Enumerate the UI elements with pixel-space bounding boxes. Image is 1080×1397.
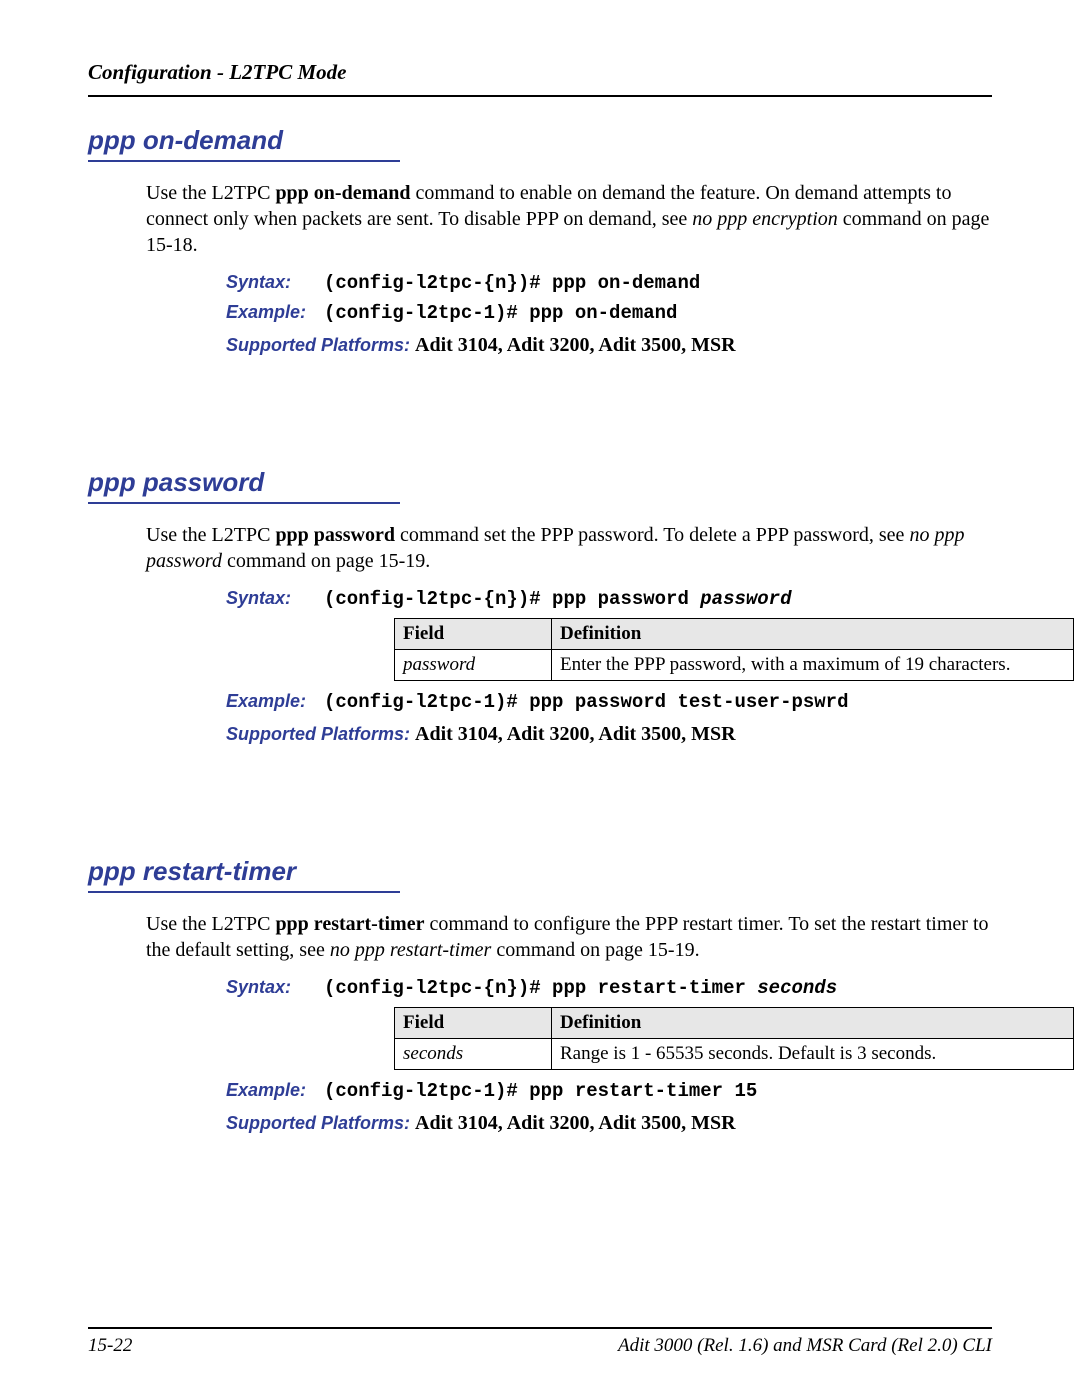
- table-header: Field: [395, 1008, 552, 1039]
- text-segment: Use the L2TPC: [146, 524, 275, 546]
- section-details: Syntax:(config-l2tpc-{n})# ppp on-demand…: [226, 272, 992, 357]
- field-definition-table: FieldDefinitionsecondsRange is 1 - 65535…: [394, 1007, 1074, 1070]
- syntax-line-code: (config-l2tpc-{n})# ppp on-demand: [324, 272, 700, 294]
- example-line: Example:(config-l2tpc-1)# ppp on-demand: [226, 302, 992, 324]
- supported-platforms: Supported Platforms: Adit 3104, Adit 320…: [226, 334, 992, 357]
- text-segment: (config-l2tpc-1)# ppp on-demand: [324, 302, 677, 324]
- section-title: ppp password: [88, 467, 264, 498]
- text-segment: Use the L2TPC: [146, 913, 275, 935]
- example-line-code: (config-l2tpc-1)# ppp on-demand: [324, 302, 677, 324]
- field-table-wrap: FieldDefinitionpasswordEnter the PPP pas…: [394, 618, 992, 681]
- syntax-line-code: (config-l2tpc-{n})# ppp restart-timer se…: [324, 977, 837, 999]
- section-details: Syntax:(config-l2tpc-{n})# ppp restart-t…: [226, 977, 992, 1135]
- table-row: secondsRange is 1 - 65535 seconds. Defau…: [395, 1039, 1074, 1070]
- example-line: Example:(config-l2tpc-1)# ppp password t…: [226, 691, 992, 713]
- text-segment: (config-l2tpc-{n})# ppp restart-timer: [324, 977, 757, 999]
- syntax-line: Syntax:(config-l2tpc-{n})# ppp restart-t…: [226, 977, 992, 999]
- page-number: 15-22: [88, 1335, 132, 1357]
- field-cell: password: [395, 650, 552, 681]
- example-line-code: (config-l2tpc-1)# ppp restart-timer 15: [324, 1080, 757, 1102]
- text-segment: command set the PPP password. To delete …: [395, 524, 909, 546]
- text-segment: command on page 15-19.: [222, 550, 430, 572]
- field-definition-table: FieldDefinitionpasswordEnter the PPP pas…: [394, 618, 1074, 681]
- syntax-line: Syntax:(config-l2tpc-{n})# ppp on-demand: [226, 272, 992, 294]
- section-paragraph: Use the L2TPC ppp password command set t…: [146, 522, 992, 574]
- footer-rule: [88, 1327, 992, 1329]
- section-paragraph: Use the L2TPC ppp restart-timer command …: [146, 911, 992, 963]
- text-segment: command on page 15-19.: [491, 939, 699, 961]
- table-header: Definition: [552, 619, 1074, 650]
- text-segment: password: [700, 588, 791, 610]
- command-section: ppp passwordUse the L2TPC ppp password c…: [88, 467, 992, 746]
- header-rule: [88, 95, 992, 97]
- example-line: Example:(config-l2tpc-1)# ppp restart-ti…: [226, 1080, 992, 1102]
- section-details: Syntax:(config-l2tpc-{n})# ppp password …: [226, 588, 992, 746]
- text-segment: (config-l2tpc-1)# ppp restart-timer 15: [324, 1080, 757, 1102]
- supported-label: Supported Platforms:: [226, 724, 415, 744]
- syntax-line-code: (config-l2tpc-{n})# ppp password passwor…: [324, 588, 791, 610]
- section-title: ppp on-demand: [88, 125, 283, 156]
- table-header: Definition: [552, 1008, 1074, 1039]
- text-segment: (config-l2tpc-{n})# ppp password: [324, 588, 700, 610]
- supported-label: Supported Platforms:: [226, 335, 415, 355]
- document-title: Adit 3000 (Rel. 1.6) and MSR Card (Rel 2…: [618, 1335, 992, 1357]
- example-line-label: Example:: [226, 302, 324, 323]
- section-underline: [88, 891, 400, 893]
- text-segment: ppp password: [275, 524, 395, 546]
- field-table-wrap: FieldDefinitionsecondsRange is 1 - 65535…: [394, 1007, 992, 1070]
- supported-platforms: Supported Platforms: Adit 3104, Adit 320…: [226, 723, 992, 746]
- text-segment: Use the L2TPC: [146, 182, 275, 204]
- syntax-line-label: Syntax:: [226, 977, 324, 998]
- field-cell: seconds: [395, 1039, 552, 1070]
- page-footer: 15-22 Adit 3000 (Rel. 1.6) and MSR Card …: [88, 1327, 992, 1357]
- section-underline: [88, 502, 400, 504]
- text-segment: no ppp encryption: [692, 208, 838, 230]
- supported-value: Adit 3104, Adit 3200, Adit 3500, MSR: [415, 1112, 736, 1134]
- section-body: Use the L2TPC ppp password command set t…: [146, 522, 992, 746]
- page: Configuration - L2TPC Mode ppp on-demand…: [0, 0, 1080, 1397]
- text-segment: (config-l2tpc-1)# ppp password test-user…: [324, 691, 849, 713]
- text-segment: ppp on-demand: [275, 182, 410, 204]
- section-body: Use the L2TPC ppp restart-timer command …: [146, 911, 992, 1135]
- syntax-line: Syntax:(config-l2tpc-{n})# ppp password …: [226, 588, 992, 610]
- text-segment: no ppp restart-timer: [330, 939, 491, 961]
- definition-cell: Enter the PPP password, with a maximum o…: [552, 650, 1074, 681]
- definition-cell: Range is 1 - 65535 seconds. Default is 3…: [552, 1039, 1074, 1070]
- section-paragraph: Use the L2TPC ppp on-demand command to e…: [146, 180, 992, 258]
- syntax-line-label: Syntax:: [226, 588, 324, 609]
- example-line-label: Example:: [226, 691, 324, 712]
- supported-label: Supported Platforms:: [226, 1113, 415, 1133]
- table-row: passwordEnter the PPP password, with a m…: [395, 650, 1074, 681]
- section-title: ppp restart-timer: [88, 856, 296, 887]
- section-underline: [88, 160, 400, 162]
- running-head: Configuration - L2TPC Mode: [88, 60, 992, 85]
- section-body: Use the L2TPC ppp on-demand command to e…: [146, 180, 992, 357]
- supported-value: Adit 3104, Adit 3200, Adit 3500, MSR: [415, 334, 736, 356]
- example-line-label: Example:: [226, 1080, 324, 1101]
- table-header: Field: [395, 619, 552, 650]
- command-section: ppp restart-timerUse the L2TPC ppp resta…: [88, 856, 992, 1135]
- text-segment: (config-l2tpc-{n})# ppp on-demand: [324, 272, 700, 294]
- text-segment: ppp restart-timer: [275, 913, 424, 935]
- text-segment: seconds: [757, 977, 837, 999]
- supported-platforms: Supported Platforms: Adit 3104, Adit 320…: [226, 1112, 992, 1135]
- syntax-line-label: Syntax:: [226, 272, 324, 293]
- command-section: ppp on-demandUse the L2TPC ppp on-demand…: [88, 125, 992, 357]
- example-line-code: (config-l2tpc-1)# ppp password test-user…: [324, 691, 849, 713]
- supported-value: Adit 3104, Adit 3200, Adit 3500, MSR: [415, 723, 736, 745]
